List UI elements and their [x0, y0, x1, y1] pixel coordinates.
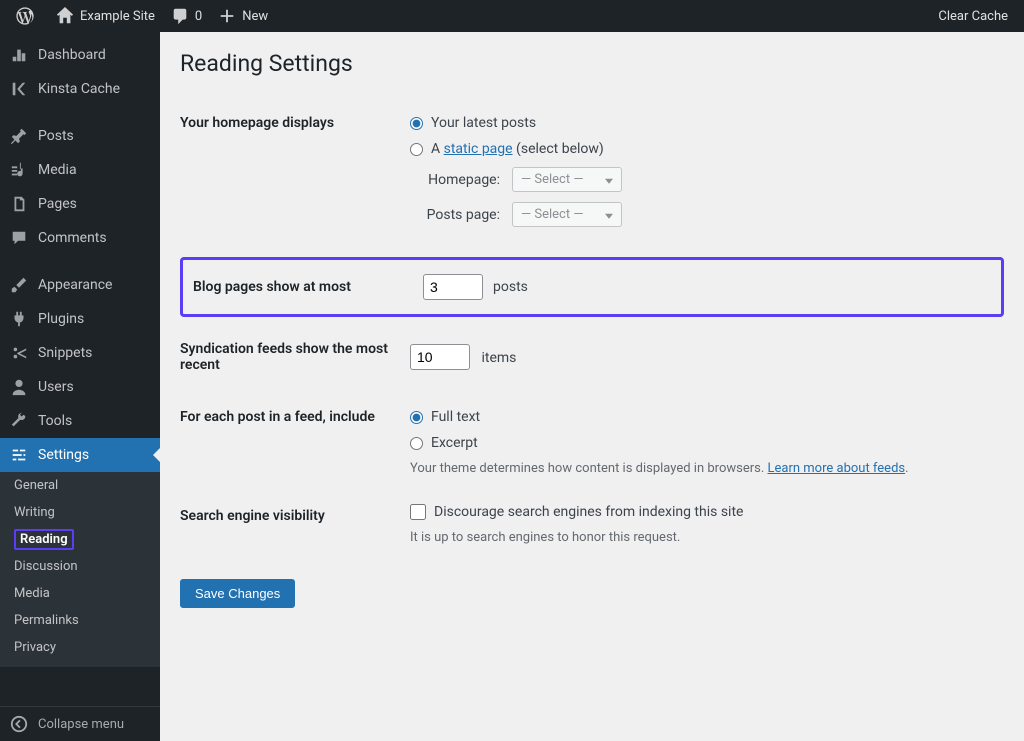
- sidebar-item-pages[interactable]: Pages: [0, 187, 160, 221]
- sidebar-item-tools[interactable]: Tools: [0, 404, 160, 438]
- admin-sidebar: Dashboard Kinsta Cache Posts Media Pages: [0, 32, 160, 741]
- sidebar-item-kinsta-cache[interactable]: Kinsta Cache: [0, 72, 160, 106]
- sidebar-item-label: Appearance: [38, 277, 112, 293]
- radio-static-page[interactable]: [410, 143, 423, 156]
- submenu-item-general[interactable]: General: [0, 472, 160, 499]
- posts-page-select[interactable]: — Select —: [512, 202, 622, 227]
- sidebar-item-users[interactable]: Users: [0, 370, 160, 404]
- collapse-menu[interactable]: Collapse menu: [0, 706, 160, 741]
- sidebar-item-label: Media: [38, 162, 77, 178]
- comments-link[interactable]: 0: [163, 0, 210, 32]
- submenu-item-media[interactable]: Media: [0, 580, 160, 607]
- media-icon: [10, 161, 30, 179]
- sidebar-separator: [0, 110, 160, 115]
- radio-static-prefix: A: [431, 141, 444, 157]
- sidebar-item-label: Posts: [38, 128, 74, 144]
- learn-more-feeds-link[interactable]: Learn more about feeds: [768, 461, 906, 476]
- blog-pages-highlight: Blog pages show at most posts: [180, 257, 1004, 317]
- home-icon: [56, 7, 74, 25]
- sidebar-item-media[interactable]: Media: [0, 153, 160, 187]
- syndication-suffix: items: [481, 350, 516, 366]
- submenu-item-writing[interactable]: Writing: [0, 499, 160, 526]
- sliders-icon: [10, 446, 30, 464]
- comments-count: 0: [195, 9, 202, 24]
- radio-static-suffix: (select below): [513, 141, 604, 157]
- brush-icon: [10, 276, 30, 294]
- sidebar-item-label: Snippets: [38, 345, 92, 361]
- blog-pages-suffix: posts: [493, 279, 528, 295]
- comment-icon: [171, 7, 189, 25]
- homepage-select[interactable]: — Select —: [512, 167, 622, 192]
- comments-icon: [10, 229, 30, 247]
- wordpress-icon: [16, 7, 34, 25]
- wrench-icon: [10, 412, 30, 430]
- discourage-checkbox[interactable]: [410, 504, 426, 520]
- admin-bar: Example Site 0 New Clear Cache: [0, 0, 1024, 32]
- plus-icon: [218, 7, 236, 25]
- scissors-icon: [10, 344, 30, 362]
- new-label: New: [242, 9, 268, 24]
- sidebar-separator: [0, 259, 160, 264]
- blog-pages-label: Blog pages show at most: [193, 279, 413, 295]
- sidebar-item-label: Comments: [38, 230, 107, 246]
- collapse-icon: [10, 715, 30, 733]
- homepage-select-label: Homepage:: [410, 172, 500, 188]
- page-title: Reading Settings: [180, 50, 1004, 77]
- sidebar-item-label: Kinsta Cache: [38, 81, 120, 97]
- sidebar-item-settings[interactable]: Settings: [0, 438, 160, 472]
- sidebar-item-plugins[interactable]: Plugins: [0, 302, 160, 336]
- wp-logo[interactable]: [8, 0, 48, 32]
- sidebar-item-snippets[interactable]: Snippets: [0, 336, 160, 370]
- syndication-label: Syndication feeds show the most recent: [180, 323, 400, 391]
- kinsta-icon: [10, 80, 30, 98]
- submenu-item-permalinks[interactable]: Permalinks: [0, 607, 160, 634]
- sidebar-item-label: Pages: [38, 196, 77, 212]
- posts-page-select-label: Posts page:: [410, 207, 500, 223]
- sidebar-item-posts[interactable]: Posts: [0, 119, 160, 153]
- radio-full-text-label: Full text: [431, 409, 480, 425]
- radio-latest-posts-label: Your latest posts: [431, 115, 536, 131]
- dashboard-icon: [10, 46, 30, 64]
- clear-cache-label: Clear Cache: [938, 9, 1008, 24]
- collapse-label: Collapse menu: [38, 717, 124, 732]
- feed-include-label: For each post in a feed, include: [180, 391, 400, 490]
- sidebar-item-dashboard[interactable]: Dashboard: [0, 38, 160, 72]
- sidebar-item-appearance[interactable]: Appearance: [0, 268, 160, 302]
- radio-excerpt-label: Excerpt: [431, 435, 478, 451]
- radio-full-text[interactable]: [410, 411, 423, 424]
- site-name-text: Example Site: [80, 9, 155, 24]
- user-icon: [10, 378, 30, 396]
- feed-description: Your theme determines how content is dis…: [410, 461, 994, 476]
- static-page-link[interactable]: static page: [444, 141, 513, 157]
- plug-icon: [10, 310, 30, 328]
- sidebar-item-label: Plugins: [38, 311, 84, 327]
- site-name-link[interactable]: Example Site: [48, 0, 163, 32]
- clear-cache-link[interactable]: Clear Cache: [930, 0, 1016, 32]
- settings-submenu: General Writing Reading Discussion Media…: [0, 466, 160, 667]
- radio-latest-posts[interactable]: [410, 117, 423, 130]
- submenu-item-privacy[interactable]: Privacy: [0, 634, 160, 661]
- submenu-item-reading[interactable]: Reading: [0, 526, 160, 553]
- sidebar-item-label: Tools: [38, 413, 72, 429]
- radio-excerpt[interactable]: [410, 437, 423, 450]
- search-visibility-label: Search engine visibility: [180, 490, 400, 559]
- sidebar-item-label: Settings: [38, 447, 89, 463]
- discourage-label: Discourage search engines from indexing …: [434, 504, 743, 520]
- search-visibility-desc: It is up to search engines to honor this…: [410, 530, 994, 545]
- main-content: Reading Settings Your homepage displays …: [160, 32, 1024, 741]
- sidebar-item-label: Dashboard: [38, 47, 106, 63]
- submenu-item-discussion[interactable]: Discussion: [0, 553, 160, 580]
- save-button[interactable]: Save Changes: [180, 579, 295, 608]
- blog-pages-input[interactable]: [423, 274, 483, 300]
- pages-icon: [10, 195, 30, 213]
- pin-icon: [10, 127, 30, 145]
- syndication-input[interactable]: [410, 344, 470, 370]
- sidebar-item-label: Users: [38, 379, 74, 395]
- homepage-displays-label: Your homepage displays: [180, 97, 400, 251]
- sidebar-item-comments[interactable]: Comments: [0, 221, 160, 255]
- new-content-link[interactable]: New: [210, 0, 276, 32]
